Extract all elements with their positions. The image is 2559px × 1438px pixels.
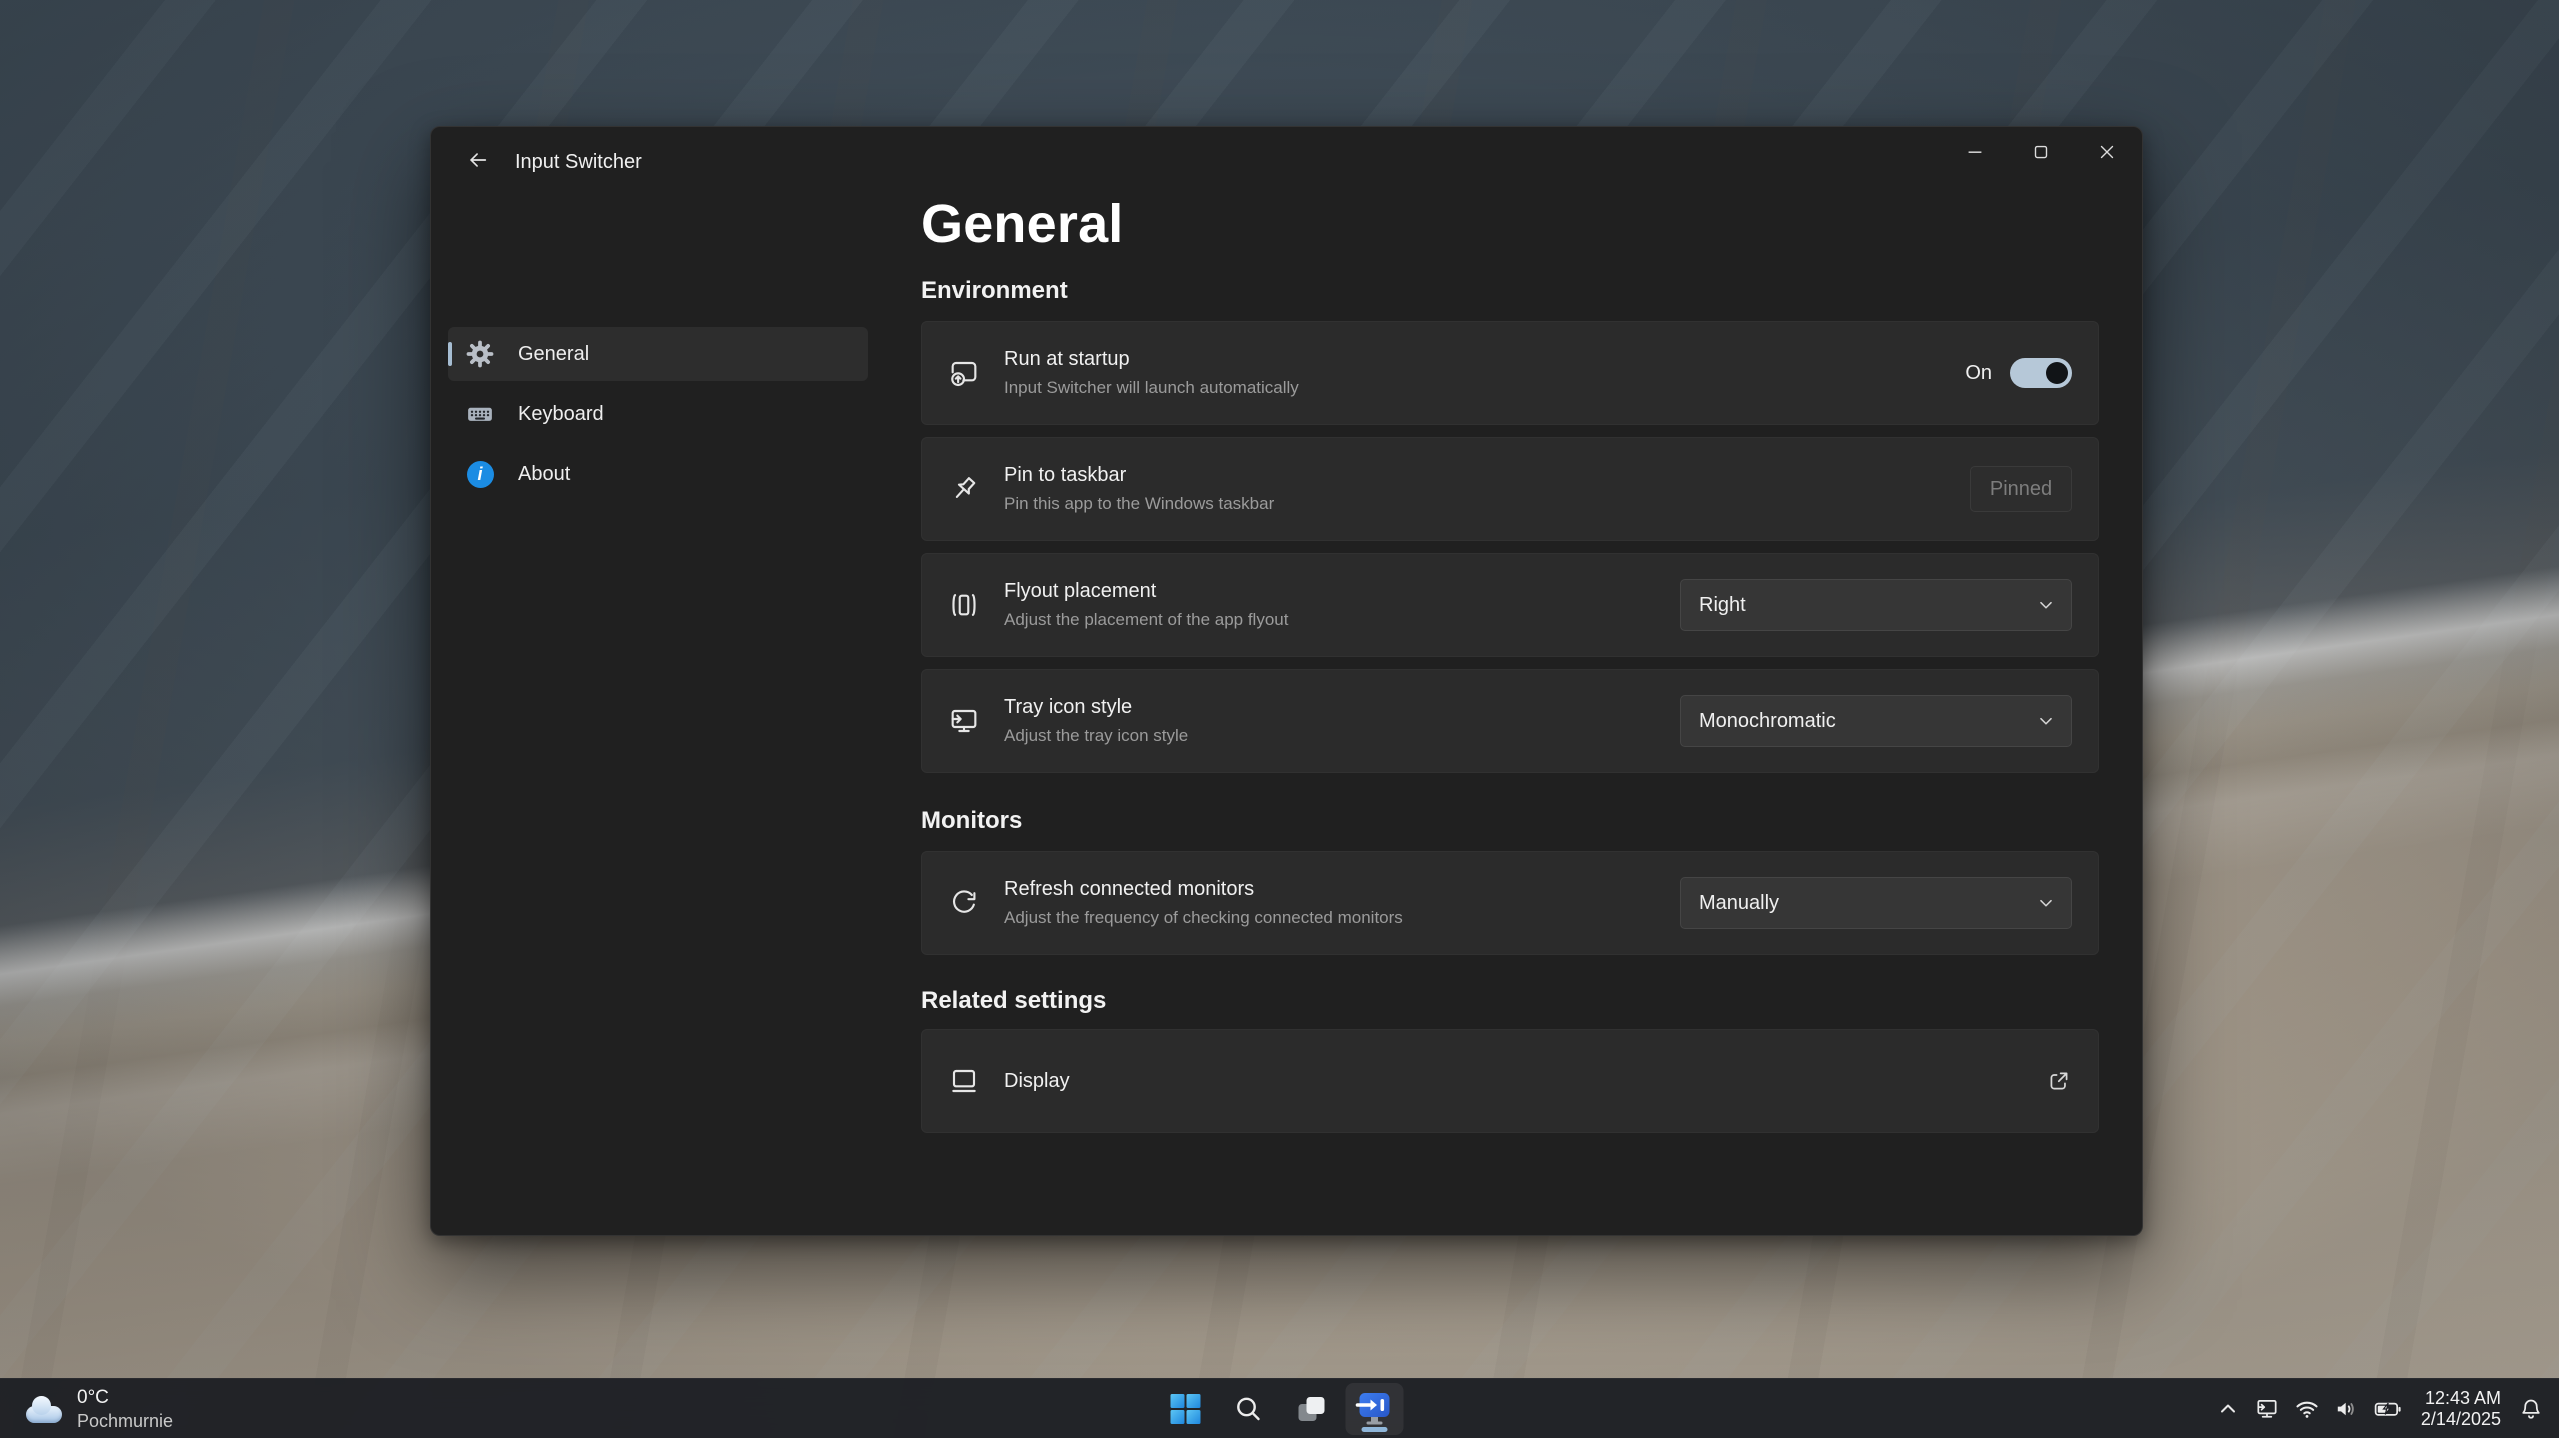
window-title: Input Switcher	[515, 127, 642, 197]
sidebar-item-about[interactable]: i About	[448, 447, 868, 501]
pin-icon	[948, 473, 980, 505]
dropdown-value: Manually	[1699, 892, 1779, 915]
sidebar-item-label: General	[518, 343, 589, 366]
start-button[interactable]	[1156, 1383, 1214, 1435]
sidebar-item-label: About	[518, 463, 570, 486]
task-view-button[interactable]	[1282, 1383, 1340, 1435]
search-button[interactable]	[1219, 1383, 1277, 1435]
pinned-button[interactable]: Pinned	[1970, 466, 2072, 512]
gear-icon	[464, 338, 496, 370]
tray-icon-style-dropdown[interactable]: Monochromatic	[1680, 695, 2072, 747]
wifi-icon-glyph	[2294, 1396, 2320, 1422]
battery-icon[interactable]	[2367, 1386, 2409, 1432]
battery-charging-icon	[2374, 1396, 2402, 1422]
chevron-up-icon	[2216, 1397, 2240, 1421]
notifications-button[interactable]	[2511, 1386, 2551, 1432]
dropdown-value: Monochromatic	[1699, 710, 1836, 733]
chevron-down-icon	[2035, 594, 2057, 616]
setting-title: Tray icon style	[1004, 696, 1680, 719]
sidebar-item-label: Keyboard	[518, 403, 604, 426]
sidebar: General Keyboard i About	[448, 327, 868, 507]
weather-temperature: 0°C	[77, 1387, 173, 1409]
monitor-arrow-icon	[2254, 1396, 2280, 1422]
setting-row-tray-icon-style: Tray icon style Adjust the tray icon sty…	[921, 669, 2099, 773]
setting-description: Adjust the tray icon style	[1004, 726, 1680, 746]
setting-description: Input Switcher will launch automatically	[1004, 378, 1965, 398]
setting-description: Pin this app to the Windows taskbar	[1004, 494, 1970, 514]
chevron-down-icon	[2035, 892, 2057, 914]
search-icon	[1232, 1393, 1264, 1425]
setting-row-run-at-startup: Run at startup Input Switcher will launc…	[921, 321, 2099, 425]
taskbar: 0°C Pochmurnie	[0, 1378, 2559, 1438]
input-switcher-window: Input Switcher	[430, 126, 2143, 1236]
chevron-down-icon	[2035, 710, 2057, 732]
sidebar-item-general[interactable]: General	[448, 327, 868, 381]
setting-title: Pin to taskbar	[1004, 464, 1970, 487]
info-icon: i	[464, 458, 496, 490]
setting-row-refresh-monitors: Refresh connected monitors Adjust the fr…	[921, 851, 2099, 955]
section-header-monitors: Monitors	[921, 807, 2099, 835]
toggle-state-label: On	[1965, 362, 1992, 385]
refresh-monitors-dropdown[interactable]: Manually	[1680, 877, 2072, 929]
bell-icon	[2518, 1396, 2544, 1422]
clock-time: 12:43 AM	[2421, 1388, 2501, 1409]
input-switcher-app-icon	[1355, 1390, 1393, 1428]
keyboard-icon	[464, 398, 496, 430]
setting-title: Refresh connected monitors	[1004, 878, 1680, 901]
startup-icon	[948, 357, 980, 389]
setting-description: Adjust the frequency of checking connect…	[1004, 908, 1680, 928]
close-icon	[2096, 141, 2118, 163]
dropdown-value: Right	[1699, 594, 1746, 617]
setting-row-pin-to-taskbar: Pin to taskbar Pin this app to the Windo…	[921, 437, 2099, 541]
speaker-icon	[2334, 1396, 2360, 1422]
active-app-indicator	[1361, 1427, 1387, 1432]
run-at-startup-toggle[interactable]	[2010, 358, 2072, 388]
weather-widget[interactable]: 0°C Pochmurnie	[14, 1379, 183, 1438]
weather-condition: Pochmurnie	[77, 1411, 173, 1432]
sidebar-item-keyboard[interactable]: Keyboard	[448, 387, 868, 441]
setting-title: Flyout placement	[1004, 580, 1680, 603]
page-title: General	[921, 193, 2099, 255]
tray-input-switcher-icon[interactable]	[2247, 1386, 2287, 1432]
refresh-icon	[948, 887, 980, 919]
setting-title: Display	[1004, 1070, 2046, 1093]
external-link-icon	[2046, 1068, 2072, 1094]
setting-title: Run at startup	[1004, 348, 1965, 371]
wifi-icon[interactable]	[2287, 1386, 2327, 1432]
clock-date: 2/14/2025	[2421, 1409, 2501, 1430]
flyout-placement-dropdown[interactable]: Right	[1680, 579, 2072, 631]
clock[interactable]: 12:43 AM 2/14/2025	[2409, 1388, 2511, 1430]
task-view-icon	[1294, 1392, 1328, 1426]
windows-logo-icon	[1169, 1393, 1201, 1425]
taskbar-app-input-switcher[interactable]	[1345, 1383, 1403, 1435]
back-arrow-icon	[467, 149, 489, 171]
setting-row-flyout-placement: Flyout placement Adjust the placement of…	[921, 553, 2099, 657]
settings-content: General Environment Run at startup Input…	[921, 127, 2099, 1235]
toggle-knob	[2046, 362, 2068, 384]
setting-description: Adjust the placement of the app flyout	[1004, 610, 1680, 630]
display-icon	[948, 1065, 980, 1097]
back-button[interactable]	[455, 139, 501, 181]
section-header-related-settings: Related settings	[921, 987, 2099, 1015]
flyout-icon	[948, 589, 980, 621]
tray-style-icon	[948, 705, 980, 737]
volume-icon[interactable]	[2327, 1386, 2367, 1432]
cloudy-weather-icon	[24, 1396, 64, 1423]
hidden-icons-chevron[interactable]	[2209, 1386, 2247, 1432]
related-setting-display[interactable]: Display	[921, 1029, 2099, 1133]
section-header-environment: Environment	[921, 277, 2099, 305]
